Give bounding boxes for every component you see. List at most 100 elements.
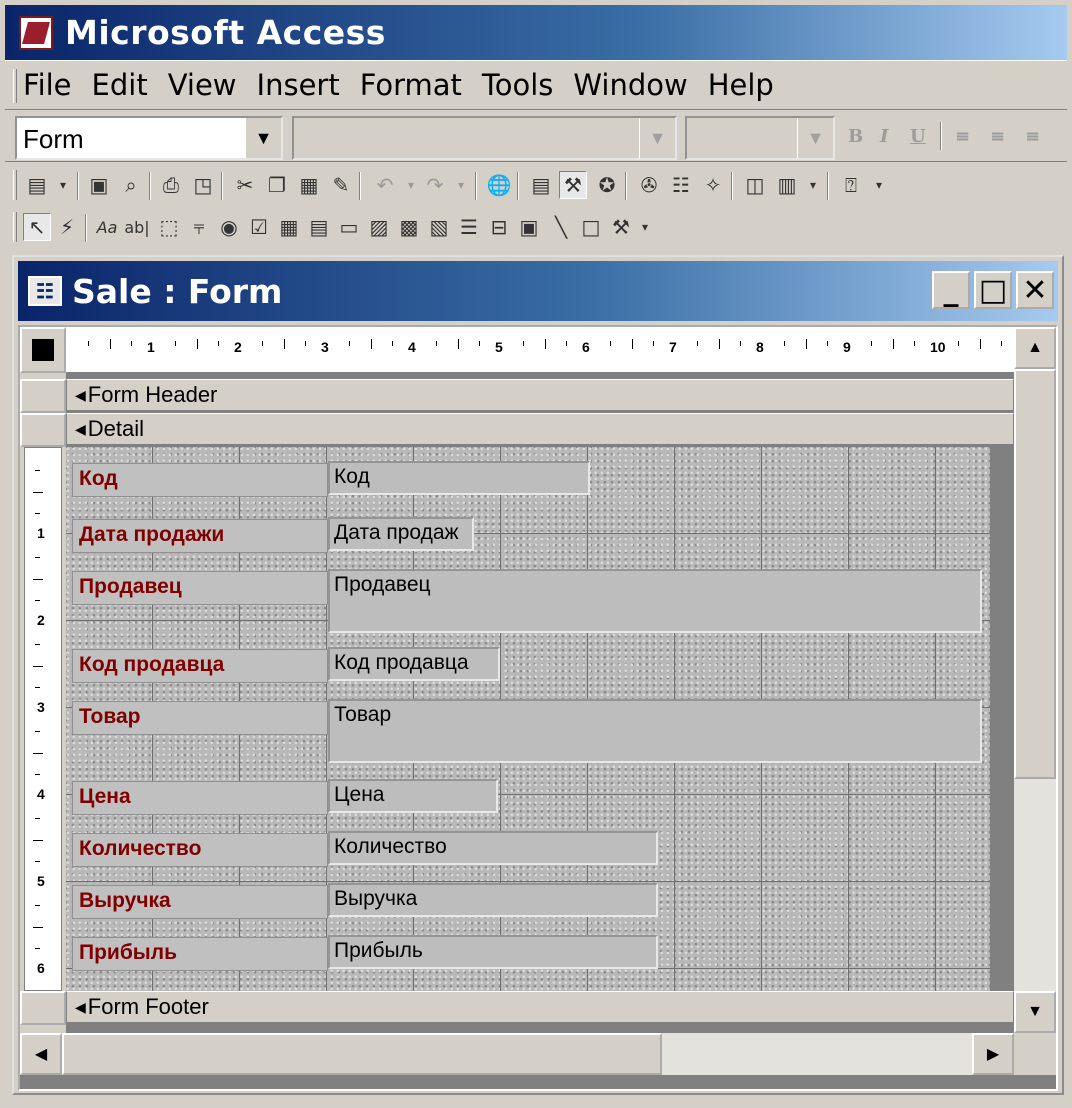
hyperlink-icon[interactable]: 🌐 [485,171,513,199]
menu-view[interactable]: View [168,68,237,102]
checkbox-tool-icon[interactable]: ☑ [245,213,273,241]
select-objects-icon[interactable]: ↖ [23,213,51,241]
save-icon[interactable]: ▣ [85,171,113,199]
help-icon[interactable]: ⍰ [837,171,865,199]
menu-format[interactable]: Format [360,68,462,102]
field-control-kod-prodavtsa[interactable]: Код продавца [328,647,500,681]
detail-right-edge[interactable] [990,447,1014,991]
maximize-button[interactable]: □ [974,271,1012,309]
italic-button[interactable]: I [880,126,888,147]
chevron-down-icon[interactable]: ▾ [799,171,827,199]
field-label-tsena[interactable]: Цена [72,781,328,815]
paste-icon[interactable]: ▦ [295,171,323,199]
menu-tools[interactable]: Tools [482,68,553,102]
combo-box-icon[interactable]: ▦ [275,213,303,241]
font-combo[interactable]: ▼ [292,116,677,160]
chevron-down-icon[interactable]: ▼ [245,118,281,158]
textbox-tool-icon[interactable]: ab| [123,213,151,241]
chevron-down-icon[interactable]: ▾ [447,171,475,199]
field-control-vyruchka[interactable]: Выручка [328,883,658,917]
field-label-pribyl[interactable]: Прибыль [72,937,328,971]
vertical-scroll-thumb[interactable] [1014,369,1056,779]
align-left-icon[interactable]: ≡ [955,126,970,147]
toolbar-options-icon[interactable]: ▾ [865,171,893,199]
form-footer-bar[interactable]: ◀ Form Footer [66,991,1014,1023]
menu-insert[interactable]: Insert [257,68,340,102]
toolbox-icon[interactable]: ⚒ [559,171,587,199]
copy-icon[interactable]: ❐ [263,171,291,199]
view-icon[interactable]: ▤ [23,171,51,199]
image-tool-icon[interactable]: ▨ [365,213,393,241]
header-section-selector[interactable] [20,379,66,413]
horizontal-scrollbar[interactable]: ◀ ▶ [20,1033,1014,1075]
field-label-prodavets[interactable]: Продавец [72,571,328,605]
close-button[interactable]: ✕ [1016,271,1054,309]
minimize-button[interactable]: _ [932,271,970,309]
print-icon[interactable]: ⎙ [157,171,185,199]
chevron-down-icon[interactable]: ▼ [639,118,675,158]
field-control-data-prodazhi[interactable]: Дата продаж [328,517,474,551]
menu-window[interactable]: Window [573,68,687,102]
horizontal-ruler[interactable]: 1 2 3 4 5 6 7 8 9 10 [66,327,1026,373]
form-window-title-bar[interactable]: ☷ Sale : Form _ □ ✕ [18,261,1058,321]
list-box-icon[interactable]: ▤ [305,213,333,241]
field-control-prodavets[interactable]: Продавец [328,569,982,633]
detail-section-selector[interactable] [20,413,66,447]
toolbar-grip[interactable] [13,170,17,200]
field-control-pribyl[interactable]: Прибыль [328,935,658,969]
field-label-kolichestvo[interactable]: Количество [72,833,328,867]
option-button-icon[interactable]: ◉ [215,213,243,241]
new-object-icon[interactable]: ▥ [773,171,801,199]
scroll-left-icon[interactable]: ◀ [20,1033,62,1075]
properties-icon[interactable]: ☷ [667,171,695,199]
scroll-up-icon[interactable]: ▲ [1014,327,1056,369]
field-label-kod-prodavtsa[interactable]: Код продавца [72,649,328,683]
detail-bar[interactable]: ◀ Detail [66,413,1014,445]
search-icon[interactable]: ⌕ [117,171,145,199]
cut-icon[interactable]: ✂ [231,171,259,199]
unbound-object-icon[interactable]: ▩ [395,213,423,241]
subform-icon[interactable]: ▣ [515,213,543,241]
horizontal-scroll-thumb[interactable] [62,1033,662,1075]
control-wizards-icon[interactable]: ⚡ [53,213,81,241]
form-icon[interactable]: ☷ [28,276,62,306]
field-label-tovar[interactable]: Товар [72,701,328,735]
field-control-tsena[interactable]: Цена [328,779,498,813]
field-label-data-prodazhi[interactable]: Дата продажи [72,519,328,553]
page-break-icon[interactable]: ☰ [455,213,483,241]
bold-button[interactable]: B [848,126,863,147]
build-icon[interactable]: ✧ [699,171,727,199]
size-combo[interactable]: ▼ [685,116,835,160]
rectangle-tool-icon[interactable]: □ [577,213,605,241]
detail-section[interactable]: Код Код Дата продажи Дата продаж Продаве… [66,447,990,991]
chevron-down-icon[interactable]: ▼ [797,118,833,158]
underline-button[interactable]: U [910,126,926,147]
field-control-kod[interactable]: Код [328,461,590,495]
form-header-bar[interactable]: ◀ Form Header [66,379,1014,411]
field-control-kolichestvo[interactable]: Количество [328,831,658,865]
line-tool-icon[interactable]: ╲ [547,213,575,241]
database-window-icon[interactable]: ◫ [741,171,769,199]
toolbar-grip[interactable] [13,212,17,242]
label-tool-icon[interactable]: Aa [93,213,121,241]
menu-help[interactable]: Help [708,68,774,102]
object-combo[interactable]: Form ▼ [15,116,283,160]
field-label-vyruchka[interactable]: Выручка [72,885,328,919]
menu-grip[interactable] [13,69,17,103]
redo-icon[interactable]: ↷ [421,171,449,199]
format-painter-icon[interactable]: ✎ [327,171,355,199]
form-selector[interactable] [20,327,66,373]
undo-icon[interactable]: ↶ [371,171,399,199]
app-title-bar[interactable]: Microsoft Access [5,5,1067,60]
align-center-icon[interactable]: ≡ [990,126,1005,147]
vertical-scrollbar[interactable]: ▲ ▼ [1014,327,1056,1033]
field-control-tovar[interactable]: Товар [328,699,982,763]
toolbar-options-icon[interactable]: ▾ [631,213,659,241]
scroll-right-icon[interactable]: ▶ [972,1033,1014,1075]
chevron-down-icon[interactable]: ▾ [49,171,77,199]
field-label-kod[interactable]: Код [72,463,328,497]
menu-edit[interactable]: Edit [92,68,148,102]
field-list-icon[interactable]: ▤ [527,171,555,199]
autoformat-icon[interactable]: ✪ [593,171,621,199]
bound-object-icon[interactable]: ▧ [425,213,453,241]
